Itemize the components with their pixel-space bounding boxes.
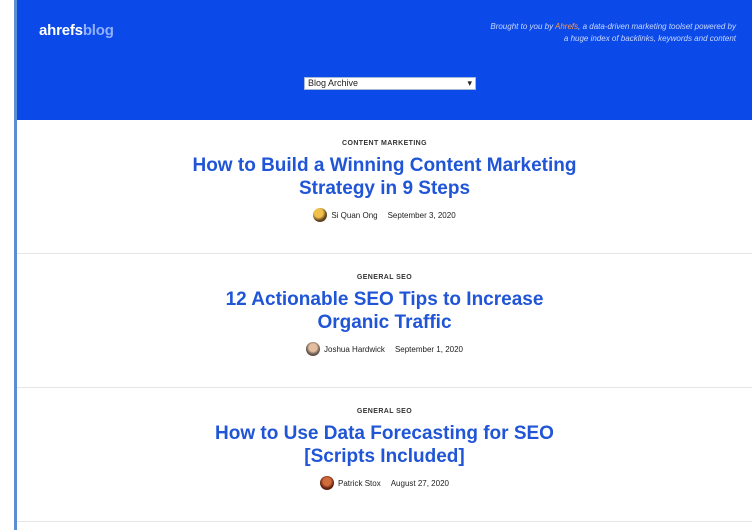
chevron-down-icon: ▾ (467, 78, 472, 88)
post-title[interactable]: 12 Actionable SEO Tips to Increase Organ… (190, 288, 580, 334)
page-frame: ahrefsblog Brought to you by Ahrefs, a d… (14, 0, 752, 530)
tagline: Brought to you by Ahrefs, a data-driven … (486, 21, 736, 45)
post-card: GENERAL SEO How to Use Data Forecasting … (17, 388, 752, 522)
post-meta: Si Quan Ong September 3, 2020 (17, 208, 752, 222)
post-card: CONTENT MARKETING How to Build a Winning… (17, 120, 752, 254)
post-meta: Joshua Hardwick September 1, 2020 (17, 342, 752, 356)
post-category[interactable]: GENERAL SEO (17, 388, 752, 415)
logo-blog: blog (82, 22, 114, 39)
tagline-suffix: , a data-driven marketing toolset powere… (563, 22, 736, 43)
post-date: August 27, 2020 (390, 478, 449, 488)
logo-brand: ahrefs (39, 22, 83, 39)
site-header: ahrefsblog Brought to you by Ahrefs, a d… (17, 0, 752, 120)
author-avatar[interactable] (313, 208, 328, 222)
author-name[interactable]: Joshua Hardwick (324, 345, 385, 354)
post-date: September 1, 2020 (394, 344, 463, 354)
post-title[interactable]: How to Use Data Forecasting for SEO [Scr… (190, 422, 580, 468)
archive-select-value: Blog Archive (308, 78, 359, 88)
post-category[interactable]: GENERAL SEO (17, 254, 752, 281)
author-name[interactable]: Patrick Stox (338, 479, 381, 488)
blog-archive-select[interactable]: Blog Archive ▾ (304, 77, 476, 90)
post-category[interactable]: CONTENT MARKETING (17, 120, 752, 147)
post-card: GENERAL SEO 12 Actionable SEO Tips to In… (17, 254, 752, 388)
ahrefs-link[interactable]: Ahrefs (555, 22, 578, 31)
post-title[interactable]: How to Build a Winning Content Marketing… (190, 154, 580, 200)
tagline-prefix: Brought to you by (490, 22, 555, 31)
author-avatar[interactable] (320, 476, 335, 490)
author-avatar[interactable] (306, 342, 321, 356)
ahrefs-blog-logo[interactable]: ahrefsblog (39, 22, 114, 39)
post-date: September 3, 2020 (387, 210, 456, 220)
author-name[interactable]: Si Quan Ong (331, 211, 377, 220)
post-meta: Patrick Stox August 27, 2020 (17, 476, 752, 490)
